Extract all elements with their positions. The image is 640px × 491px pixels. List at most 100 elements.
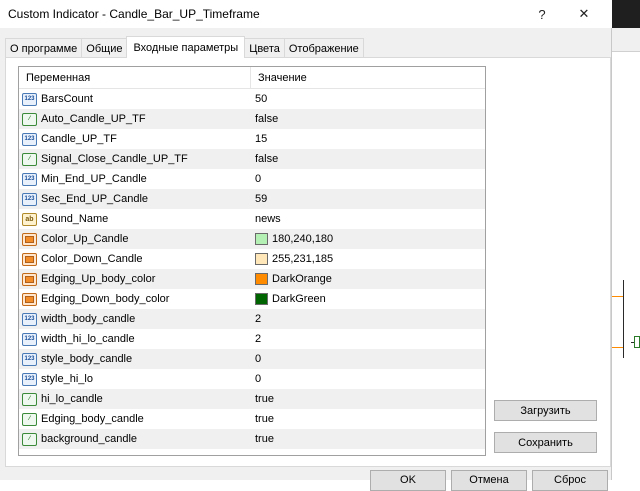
header-variable[interactable]: Переменная [19,67,251,88]
variable-name: hi_lo_candle [41,393,103,405]
table-row[interactable]: 123 style_hi_lo 0 [19,369,485,389]
value-cell[interactable]: 50 [251,89,485,109]
integer-type-icon: 123 [22,132,37,146]
header-value[interactable]: Значение [251,67,485,88]
help-button[interactable]: ? [524,0,560,28]
table-row[interactable]: ⁄ hi_lo_candle true [19,389,485,409]
variable-value: 0 [255,373,262,385]
table-row[interactable]: ⁄ Auto_Candle_UP_TF false [19,109,485,129]
variable-value: 0 [255,173,262,185]
table-row[interactable]: 123 BarsCount 50 [19,89,485,109]
table-row[interactable]: Color_Up_Candle 180,240,180 [19,229,485,249]
value-cell[interactable]: 59 [251,189,485,209]
chart-title-strip [612,0,640,28]
title-bar: Custom Indicator - Candle_Bar_UP_Timefra… [0,0,612,28]
variable-cell: ⁄ Auto_Candle_UP_TF [19,109,251,129]
table-row[interactable]: 123 width_hi_lo_candle 2 [19,329,485,349]
value-cell[interactable]: news [251,209,485,229]
tab-about[interactable]: О программе [5,38,83,58]
variable-name: Color_Down_Candle [41,253,143,265]
value-cell[interactable]: false [251,149,485,169]
integer-type-icon: 123 [22,352,37,366]
value-cell[interactable]: true [251,429,485,449]
window-title: Custom Indicator - Candle_Bar_UP_Timefra… [8,7,260,21]
value-cell[interactable]: true [251,409,485,429]
variable-cell: ⁄ hi_lo_candle [19,389,251,409]
tab-inputs[interactable]: Входные параметры [126,36,246,58]
load-button[interactable]: Загрузить [494,400,597,421]
table-row[interactable]: Color_Down_Candle 255,231,185 [19,249,485,269]
ok-button[interactable]: OK [370,470,446,491]
variable-cell: 123 Sec_End_UP_Candle [19,189,251,209]
table-row[interactable]: 123 Sec_End_UP_Candle 59 [19,189,485,209]
integer-type-icon: 123 [22,372,37,386]
variable-cell: 123 BarsCount [19,89,251,109]
variable-name: BarsCount [41,93,93,105]
value-cell[interactable]: 2 [251,329,485,349]
tab-strip: О программе Общие Входные параметры Цвет… [5,36,364,58]
variable-cell: 123 width_hi_lo_candle [19,329,251,349]
value-cell[interactable]: false [251,109,485,129]
variable-cell: 123 Candle_UP_TF [19,129,251,149]
chart-small-candle [634,336,640,348]
value-cell[interactable]: true [251,389,485,409]
variable-name: Auto_Candle_UP_TF [41,113,146,125]
value-cell[interactable]: DarkGreen [251,289,485,309]
value-cell[interactable]: 0 [251,349,485,369]
color-swatch [255,253,268,265]
value-cell[interactable]: 255,231,185 [251,249,485,269]
tab-colors[interactable]: Цвета [244,38,285,58]
table-row[interactable]: Edging_Up_body_color DarkOrange [19,269,485,289]
color-type-icon [22,272,37,286]
color-swatch [255,233,268,245]
table-row[interactable]: ab Sound_Name news [19,209,485,229]
variable-cell: 123 style_hi_lo [19,369,251,389]
string-type-icon: ab [22,212,37,226]
table-row[interactable]: ⁄ Edging_body_candle true [19,409,485,429]
boolean-type-icon: ⁄ [22,412,37,426]
save-button[interactable]: Сохранить [494,432,597,453]
variable-value: true [255,413,274,425]
color-swatch [255,293,268,305]
variable-name: Color_Up_Candle [41,233,129,245]
variable-name: Signal_Close_Candle_UP_TF [41,153,188,165]
variable-name: style_body_candle [41,353,133,365]
integer-type-icon: 123 [22,172,37,186]
table-body: 123 BarsCount 50 ⁄ Auto_Candle_UP_TF false 123… [19,89,485,449]
variable-cell: Color_Down_Candle [19,249,251,269]
variable-value: 2 [255,333,262,345]
table-row[interactable]: 123 style_body_candle 0 [19,349,485,369]
reset-button[interactable]: Сброс [532,470,608,491]
variable-value: 50 [255,93,268,105]
variable-value: true [255,393,274,405]
variable-value: 59 [255,193,268,205]
value-cell[interactable]: DarkOrange [251,269,485,289]
close-button[interactable]: ✕ [566,0,602,28]
table-row[interactable]: ⁄ Signal_Close_Candle_UP_TF false [19,149,485,169]
value-cell[interactable]: 2 [251,309,485,329]
tab-visualization[interactable]: Отображение [283,38,364,58]
variable-value: DarkGreen [272,293,326,305]
value-cell[interactable]: 15 [251,129,485,149]
value-cell[interactable]: 180,240,180 [251,229,485,249]
variable-name: Edging_Up_body_color [41,273,156,285]
integer-type-icon: 123 [22,192,37,206]
tab-general[interactable]: Общие [81,38,128,58]
table-row[interactable]: ⁄ background_candle true [19,429,485,449]
chart-wick-line [623,280,624,358]
cancel-button[interactable]: Отмена [451,470,527,491]
variable-name: Edging_body_candle [41,413,144,425]
indicator-dialog: Custom Indicator - Candle_Bar_UP_Timefra… [0,0,612,491]
variable-value: 0 [255,353,262,365]
table-row[interactable]: 123 Min_End_UP_Candle 0 [19,169,485,189]
variable-value: 2 [255,313,262,325]
table-row[interactable]: 123 Candle_UP_TF 15 [19,129,485,149]
variable-name: style_hi_lo [41,373,93,385]
value-cell[interactable]: 0 [251,369,485,389]
table-row[interactable]: Edging_Down_body_color DarkGreen [19,289,485,309]
boolean-type-icon: ⁄ [22,392,37,406]
integer-type-icon: 123 [22,332,37,346]
value-cell[interactable]: 0 [251,169,485,189]
boolean-type-icon: ⁄ [22,152,37,166]
table-row[interactable]: 123 width_body_candle 2 [19,309,485,329]
